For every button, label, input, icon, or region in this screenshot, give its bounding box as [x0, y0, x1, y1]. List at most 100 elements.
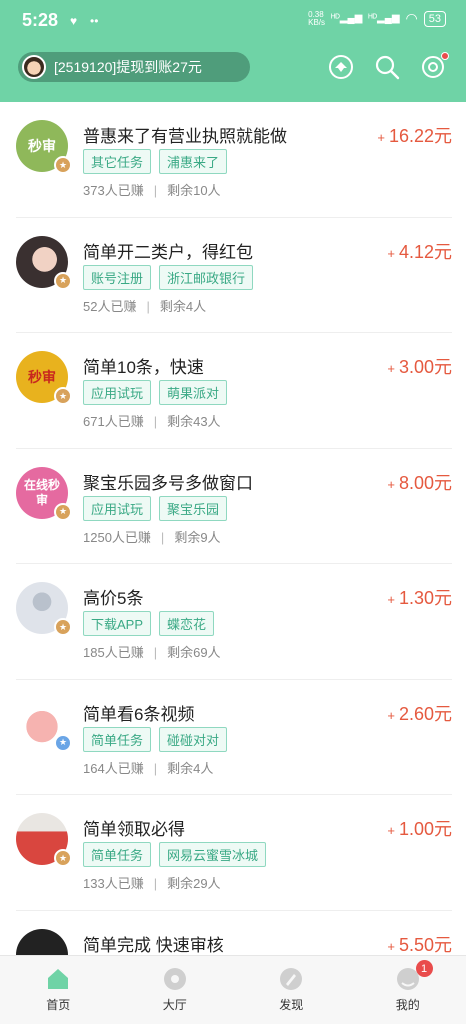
- task-item[interactable]: ★ 简单领取必得 +1.00元 简单任务 网易云蜜雪冰城 133人已赚 | 剩余29…: [16, 795, 452, 911]
- task-tag: 简单任务: [83, 842, 152, 867]
- nav-hall[interactable]: 大厅: [117, 956, 234, 1024]
- plus-sign: +: [387, 245, 395, 261]
- remaining-count: 剩余9人: [174, 529, 221, 545]
- nav-home[interactable]: 首页: [0, 956, 117, 1024]
- nav-profile-label: 我的: [395, 998, 420, 1012]
- level-badge-icon: ★: [54, 733, 72, 752]
- notice-text: [2519120]提现到账27元: [54, 59, 202, 75]
- task-item[interactable]: ★ 简单开二类户，得红包 +4.12元 账号注册 浙江邮政银行 52人已赚 | 剩余…: [16, 218, 452, 333]
- task-price: +2.60元: [387, 700, 452, 726]
- task-title: 简单10条，快速: [83, 358, 204, 377]
- task-item[interactable]: 在线秒审 ★ 聚宝乐园多号多做窗口 +8.00元 应用试玩 聚宝乐园 1250人…: [16, 449, 452, 564]
- plus-sign: +: [387, 476, 395, 492]
- task-title: 简单完成 快速审核: [83, 935, 224, 955]
- task-price-value: 4.12元: [398, 241, 452, 262]
- level-badge-icon: ★: [54, 849, 72, 867]
- wifi-icon: ◠: [405, 10, 418, 26]
- task-tags: 其它任务 浦惠来了: [83, 149, 228, 174]
- earned-count: 52人已赚: [83, 298, 137, 314]
- earned-count: 1250人已赚: [83, 529, 151, 545]
- task-thumbnail: 秒审 ★: [16, 120, 72, 174]
- withdraw-notice[interactable]: [2519120]提现到账27元: [18, 52, 250, 82]
- more-dots-icon: ••: [90, 14, 99, 28]
- earned-count: 373人已赚: [83, 183, 144, 198]
- task-item[interactable]: 秒审 ★ 简单10条，快速 +3.00元 应用试玩 萌果派对 671人已赚 | 剩余…: [16, 333, 452, 449]
- plus-sign: +: [387, 592, 395, 607]
- earned-count: 133人已赚: [83, 876, 144, 891]
- task-price: +8.00元: [387, 469, 452, 495]
- task-price: +3.00元: [387, 353, 452, 379]
- search-icon[interactable]: [374, 54, 400, 80]
- task-tag: 网易云蜜雪冰城: [159, 842, 267, 867]
- level-badge-icon: ★: [54, 387, 72, 405]
- plus-sign: +: [387, 361, 395, 376]
- task-price: +1.00元: [387, 815, 452, 841]
- avatar: [22, 55, 46, 79]
- task-list: 秒审 ★ 普惠来了有营业执照就能做 +16.22元 其它任务 浦惠来了 373人…: [0, 102, 466, 1024]
- task-tag: 账号注册: [83, 264, 152, 290]
- task-tag: 应用试玩: [83, 495, 152, 521]
- signal-icon: ᴴᴰ▂▄▆: [331, 13, 363, 24]
- nav-profile[interactable]: 我的 1: [350, 956, 466, 1024]
- task-tag: 萌果派对: [159, 380, 228, 405]
- task-tag: 蝶恋花: [159, 611, 215, 636]
- task-tags: 应用试玩 聚宝乐园: [83, 495, 228, 521]
- plus-sign: +: [377, 130, 385, 145]
- task-stats: 52人已赚 | 剩余4人: [83, 298, 207, 314]
- task-title: 普惠来了有营业执照就能做: [83, 127, 287, 146]
- bottom-nav: 首页 大厅 发现 我的 1: [0, 955, 466, 1024]
- task-tags: 简单任务 碰碰对对: [83, 726, 228, 752]
- task-stats: 133人已赚 | 剩余29人: [83, 876, 221, 891]
- task-item[interactable]: ★ 高价5条 +1.30元 下载APP 蝶恋花 185人已赚 | 剩余69人: [16, 564, 452, 680]
- task-stats: 1250人已赚 | 剩余9人: [83, 529, 221, 545]
- remaining-count: 剩余69人: [167, 645, 221, 660]
- plus-sign: +: [387, 938, 395, 954]
- settings-alert-dot: [441, 52, 449, 60]
- app-header: 5:28 ♥ •• 0.38 KB/s ᴴᴰ▂▄▆ ᴴᴰ▂▄▆ ◠ 53 [251…: [0, 0, 466, 102]
- nav-discover[interactable]: 发现: [233, 956, 350, 1024]
- plus-sign: +: [387, 707, 395, 723]
- remaining-count: 剩余43人: [167, 414, 221, 429]
- header-actions: [328, 52, 449, 80]
- remaining-count: 剩余29人: [167, 876, 221, 891]
- hall-icon: [163, 968, 186, 990]
- settings-icon[interactable]: [420, 52, 449, 80]
- task-tags: 简单任务 网易云蜜雪冰城: [83, 842, 267, 867]
- task-item[interactable]: ★ 简单看6条视频 +2.60元 简单任务 碰碰对对 164人已赚 | 剩余4人: [16, 680, 452, 795]
- status-indicators: 0.38 KB/s ᴴᴰ▂▄▆ ᴴᴰ▂▄▆ ◠ 53: [308, 10, 446, 27]
- task-tag: 浙江邮政银行: [159, 264, 254, 290]
- task-title: 简单领取必得: [83, 820, 185, 839]
- level-badge-icon: ★: [54, 502, 72, 521]
- remaining-count: 剩余4人: [167, 760, 214, 776]
- task-thumbnail: ★: [16, 235, 72, 290]
- earned-count: 164人已赚: [83, 760, 144, 776]
- task-price: +16.22元: [377, 122, 452, 148]
- task-title: 高价5条: [83, 589, 144, 608]
- notification-icon: ♥: [70, 14, 78, 28]
- task-price-value: 16.22元: [388, 126, 452, 146]
- task-tag: 碰碰对对: [159, 726, 228, 752]
- task-title: 简单看6条视频: [83, 704, 195, 724]
- task-tag: 下载APP: [83, 611, 152, 636]
- task-price: +4.12元: [387, 238, 452, 264]
- discover-icon: [280, 968, 303, 990]
- nav-profile-badge: 1: [415, 960, 433, 977]
- remaining-count: 剩余4人: [159, 298, 207, 314]
- task-tag: 聚宝乐园: [159, 495, 228, 521]
- task-price-value: 8.00元: [398, 472, 452, 493]
- home-icon: [48, 969, 69, 989]
- task-item[interactable]: 秒审 ★ 普惠来了有营业执照就能做 +16.22元 其它任务 浦惠来了 373人…: [16, 102, 452, 218]
- earned-count: 185人已赚: [83, 645, 144, 660]
- task-tags: 下载APP 蝶恋花: [83, 611, 215, 636]
- task-stats: 671人已赚 | 剩余43人: [83, 414, 221, 429]
- level-badge-icon: ★: [54, 156, 72, 174]
- task-stats: 185人已赚 | 剩余69人: [83, 645, 221, 660]
- task-price-value: 2.60元: [398, 703, 452, 724]
- task-thumbnail: 秒审 ★: [16, 351, 72, 405]
- task-title: 聚宝乐园多号多做窗口: [83, 473, 253, 493]
- task-price: +5.50元: [387, 931, 452, 957]
- inbox-icon[interactable]: [328, 54, 354, 80]
- level-badge-icon: ★: [54, 618, 72, 636]
- plus-sign: +: [387, 823, 395, 838]
- task-price-value: 5.50元: [398, 934, 452, 955]
